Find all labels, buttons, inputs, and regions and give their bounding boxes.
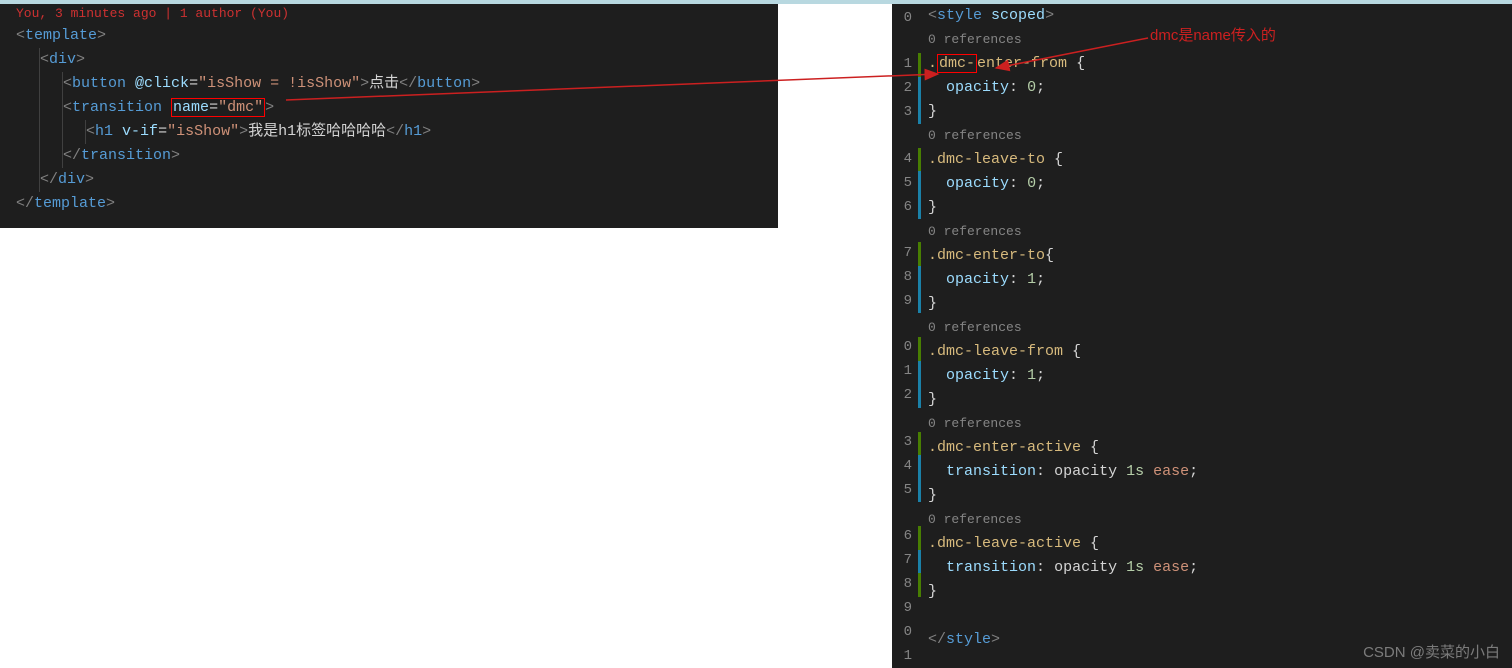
right-editor-pane[interactable]: 0123456789012345678901 <style scoped> 0 … bbox=[892, 4, 1512, 668]
code-line: .dmc-enter-from { bbox=[928, 52, 1512, 76]
code-line: </transition> bbox=[16, 144, 778, 168]
dmc-prefix-highlight: dmc- bbox=[937, 54, 977, 73]
code-line: transition: opacity 1s ease; bbox=[928, 556, 1512, 580]
codelens-refs[interactable]: 0 references bbox=[928, 508, 1512, 532]
line-number-gutter: 0123456789012345678901 bbox=[892, 4, 918, 668]
code-line: } bbox=[928, 292, 1512, 316]
code-line: } bbox=[928, 388, 1512, 412]
codelens-refs[interactable]: 0 references bbox=[928, 124, 1512, 148]
codelens-refs[interactable]: 0 references bbox=[928, 316, 1512, 340]
name-attr-highlight: name="dmc" bbox=[171, 98, 265, 117]
code-line: .dmc-leave-from { bbox=[928, 340, 1512, 364]
code-line: } bbox=[928, 196, 1512, 220]
code-line: opacity: 1; bbox=[928, 268, 1512, 292]
left-code[interactable]: <template> <div> <button @click="isShow … bbox=[0, 24, 778, 216]
code-line: opacity: 1; bbox=[928, 364, 1512, 388]
codelens-refs[interactable]: 0 references bbox=[928, 412, 1512, 436]
code-line: .dmc-enter-to{ bbox=[928, 244, 1512, 268]
code-line: </div> bbox=[16, 168, 778, 192]
code-line: <div> bbox=[16, 48, 778, 72]
code-line: transition: opacity 1s ease; bbox=[928, 460, 1512, 484]
code-line: opacity: 0; bbox=[928, 76, 1512, 100]
code-line: <h1 v-if="isShow">我是h1标签哈哈哈哈</h1> bbox=[16, 120, 778, 144]
code-line: .dmc-enter-active { bbox=[928, 436, 1512, 460]
code-line bbox=[928, 604, 1512, 628]
code-line: } bbox=[928, 100, 1512, 124]
code-line: .dmc-leave-to { bbox=[928, 148, 1512, 172]
git-blame-line: You, 3 minutes ago | 1 author (You) bbox=[0, 4, 778, 24]
left-editor-pane[interactable]: You, 3 minutes ago | 1 author (You) <tem… bbox=[0, 4, 778, 228]
right-code[interactable]: <style scoped> 0 references .dmc-enter-f… bbox=[928, 4, 1512, 668]
code-line: <transition name="dmc"> bbox=[16, 96, 778, 120]
code-line: } bbox=[928, 484, 1512, 508]
modification-indicator bbox=[918, 4, 928, 668]
code-line: opacity: 0; bbox=[928, 172, 1512, 196]
code-line: .dmc-leave-active { bbox=[928, 532, 1512, 556]
code-line: <template> bbox=[16, 24, 778, 48]
code-line: } bbox=[928, 580, 1512, 604]
codelens-refs[interactable]: 0 references bbox=[928, 220, 1512, 244]
code-line: <button @click="isShow = !isShow">点击</bu… bbox=[16, 72, 778, 96]
code-line: </template> bbox=[16, 192, 778, 216]
watermark: CSDN @卖菜的小白 bbox=[1363, 641, 1500, 662]
annotation-label: dmc是name传入的 bbox=[1150, 24, 1276, 45]
